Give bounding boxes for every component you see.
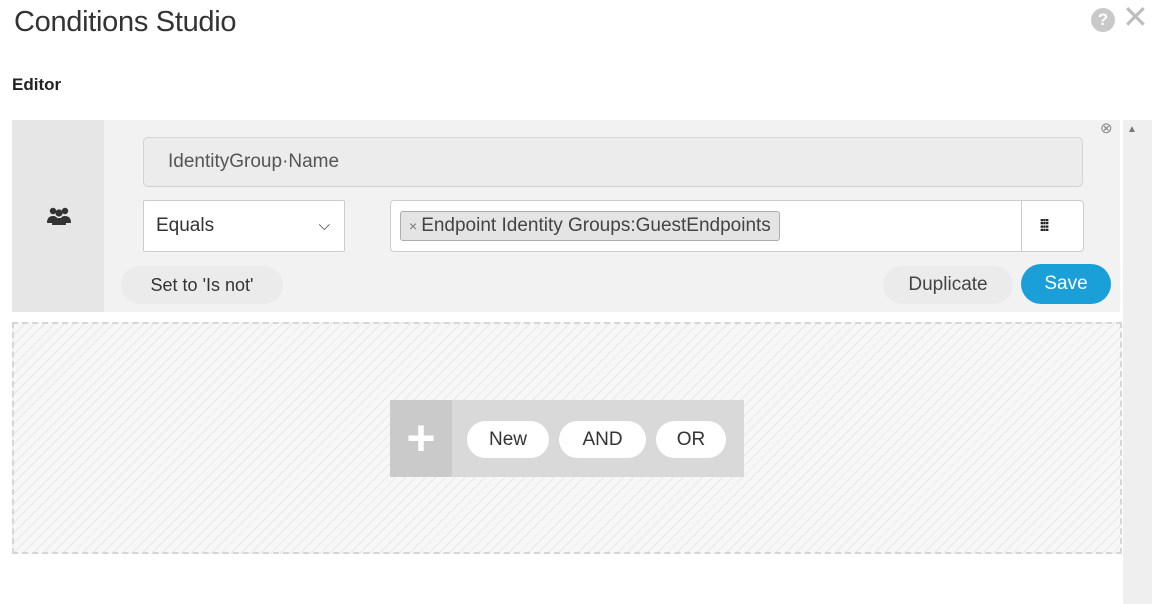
remove-condition-icon[interactable]: ⊗ (1100, 120, 1113, 138)
value-field[interactable]: × Endpoint Identity Groups:GuestEndpoints… (390, 200, 1084, 252)
tag-remove-icon[interactable]: × (409, 218, 417, 234)
and-button[interactable]: AND (559, 421, 646, 458)
duplicate-button[interactable]: Duplicate (883, 266, 1013, 304)
tag-label: Endpoint Identity Groups:GuestEndpoints (421, 215, 771, 236)
is-not-button[interactable]: Set to 'Is not' (121, 266, 283, 304)
value-tag: × Endpoint Identity Groups:GuestEndpoints (400, 211, 780, 241)
editor-section-label: Editor (12, 75, 62, 94)
page-title: Conditions Studio (14, 6, 237, 38)
close-icon[interactable]: ✕ (1122, 1, 1149, 33)
operator-select[interactable]: Equals ⌵ (143, 200, 345, 252)
grid-picker-icon[interactable]: ⁞⁞⁞ (1039, 217, 1050, 235)
operator-selected-value: Equals (156, 215, 215, 236)
collapse-icon[interactable]: ▲ (1127, 124, 1137, 135)
save-button[interactable]: Save (1021, 264, 1111, 304)
value-divider (1021, 201, 1022, 251)
chevron-down-icon: ⌵ (318, 217, 330, 234)
new-condition-button[interactable]: New (467, 421, 549, 458)
identity-group-icon (47, 207, 71, 225)
plus-icon[interactable]: + (390, 400, 452, 477)
scrollbar[interactable] (1123, 120, 1152, 604)
help-icon[interactable]: ? (1091, 8, 1115, 32)
or-button[interactable]: OR (656, 421, 726, 458)
attribute-field[interactable]: IdentityGroup·Name (143, 137, 1083, 187)
